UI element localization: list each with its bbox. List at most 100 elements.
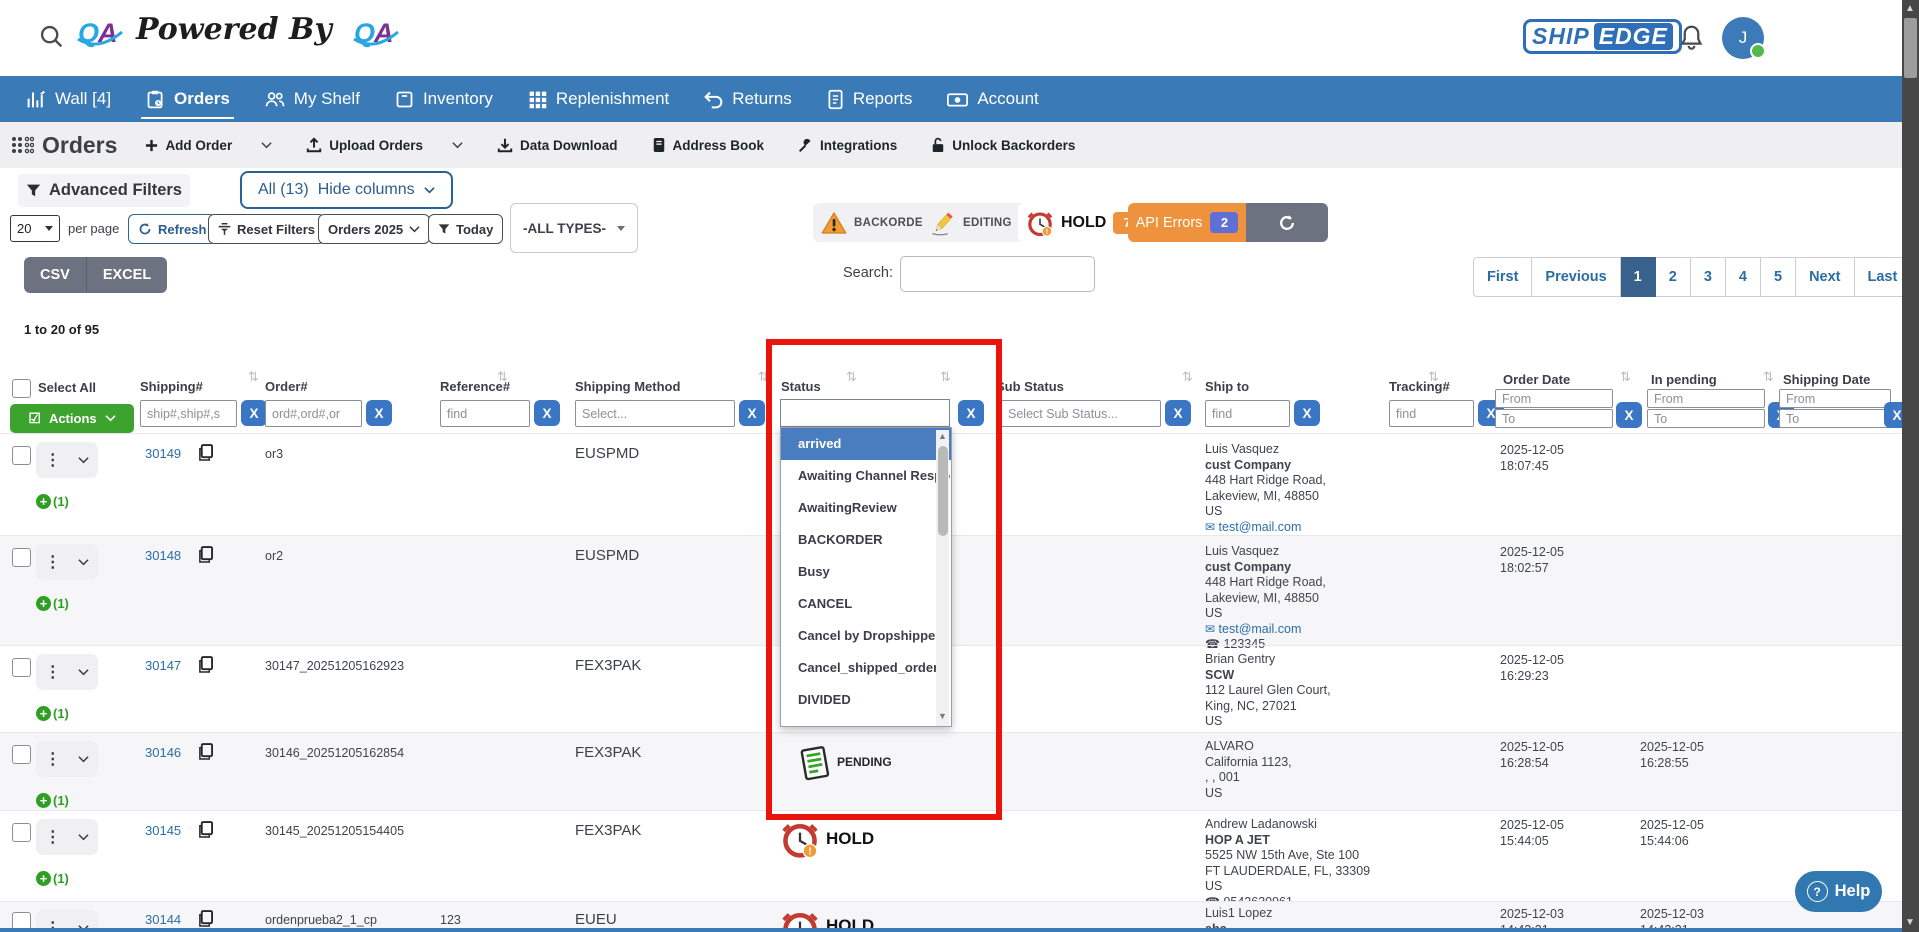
row-menu-group[interactable]: ⋮ (36, 442, 98, 478)
status-option[interactable]: CANCEL (781, 588, 951, 620)
scroll-down-icon[interactable]: ▼ (1905, 917, 1915, 928)
page-2[interactable]: 2 (1656, 257, 1691, 297)
scroll-up-icon[interactable]: ▲ (1905, 3, 1915, 14)
item-count[interactable]: +(1) (36, 871, 69, 886)
sort-icon[interactable]: ⇅ (940, 369, 951, 385)
integrations-button[interactable]: Integrations (798, 138, 897, 153)
page-5[interactable]: 5 (1761, 257, 1796, 297)
status-option[interactable]: Busy (781, 556, 951, 588)
copy-icon[interactable] (198, 444, 213, 461)
shipping-number-link[interactable]: 30145 (145, 823, 181, 838)
reset-filters-button[interactable]: Reset Filters (208, 214, 325, 244)
shipping-clear-button[interactable]: X (241, 400, 267, 426)
chevron-down-icon[interactable] (78, 455, 89, 466)
sort-icon[interactable]: ⇅ (846, 369, 857, 385)
types-select[interactable]: -ALL TYPES- (510, 203, 638, 253)
reference-filter-input[interactable] (440, 400, 530, 427)
copy-icon[interactable] (198, 821, 213, 838)
select-all-checkbox[interactable] (12, 379, 31, 398)
pending-from-input[interactable] (1647, 389, 1765, 408)
api-errors-button[interactable]: API Errors 2 (1128, 203, 1246, 242)
badges-refresh-button[interactable] (1246, 203, 1328, 242)
pending-to-input[interactable] (1647, 409, 1765, 428)
ship-to-email[interactable]: ✉ test@mail.com (1205, 622, 1326, 638)
ship-to-email[interactable]: ✉ test@mail.com (1205, 520, 1326, 536)
nav-inventory[interactable]: Inventory (394, 76, 493, 122)
item-count[interactable]: +(1) (36, 494, 69, 509)
page-previous[interactable]: Previous (1532, 257, 1620, 297)
page-3[interactable]: 3 (1691, 257, 1726, 297)
order-date-clear-button[interactable]: X (1616, 402, 1642, 428)
hide-columns-button[interactable]: All (13) Hide columns (240, 171, 453, 209)
copy-icon[interactable] (198, 910, 213, 927)
shipping-number-link[interactable]: 30147 (145, 658, 181, 673)
unlock-backorders-button[interactable]: Unlock Backorders (931, 137, 1075, 153)
row-menu-group[interactable]: ⋮ (36, 741, 98, 777)
horizontal-scrollbar[interactable] (0, 928, 1902, 932)
row-checkbox[interactable] (12, 548, 31, 567)
add-order-button[interactable]: Add Order (145, 138, 272, 153)
order-clear-button[interactable]: X (366, 400, 392, 426)
row-menu-group[interactable]: ⋮ (36, 544, 98, 580)
kebab-icon[interactable]: ⋮ (45, 450, 61, 470)
nav-returns[interactable]: Returns (703, 76, 792, 122)
user-avatar[interactable]: J (1722, 17, 1764, 59)
substatus-clear-button[interactable]: X (1165, 400, 1191, 426)
copy-icon[interactable] (198, 743, 213, 760)
chevron-down-icon[interactable] (78, 754, 89, 765)
shipping-number-link[interactable]: 30148 (145, 548, 181, 563)
copy-icon[interactable] (198, 546, 213, 563)
per-page-select[interactable]: 20 (10, 215, 60, 242)
nav-wall[interactable]: Wall [4] (26, 76, 111, 122)
scroll-thumb[interactable] (938, 446, 948, 536)
status-clear-button[interactable]: X (958, 400, 984, 426)
row-checkbox[interactable] (12, 745, 31, 764)
search-icon[interactable] (38, 23, 66, 51)
row-menu-group[interactable]: ⋮ (36, 654, 98, 690)
row-menu-group[interactable]: ⋮ (36, 819, 98, 855)
status-option[interactable]: DIVIDED (781, 684, 951, 716)
today-button[interactable]: Today (428, 214, 503, 244)
copy-icon[interactable] (198, 656, 213, 673)
kebab-icon[interactable]: ⋮ (45, 749, 61, 769)
page-next[interactable]: Next (1796, 257, 1854, 297)
status-filter-input[interactable] (780, 399, 950, 427)
order-date-to-input[interactable] (1495, 409, 1613, 428)
scroll-thumb[interactable] (1904, 18, 1917, 78)
page-1[interactable]: 1 (1621, 257, 1656, 297)
sort-icon[interactable]: ⇅ (248, 369, 259, 385)
dropdown-scrollbar[interactable]: ▲ ▼ (936, 430, 949, 726)
chevron-down-icon[interactable] (78, 557, 89, 568)
actions-button[interactable]: ☑ Actions (10, 404, 134, 433)
shipto-clear-button[interactable]: X (1294, 400, 1320, 426)
item-count[interactable]: +(1) (36, 793, 69, 808)
status-option[interactable]: arrived (781, 428, 951, 460)
reference-clear-button[interactable]: X (534, 400, 560, 426)
shipping-filter-input[interactable] (140, 400, 237, 427)
table-row[interactable]: ⋮ +(1) 30145 30145_20251205154405 FEX3PA… (0, 810, 1902, 901)
row-checkbox[interactable] (12, 823, 31, 842)
scroll-up-icon[interactable]: ▲ (938, 431, 947, 441)
vertical-scrollbar[interactable]: ▲ ▼ (1902, 0, 1919, 932)
address-book-button[interactable]: Address Book (652, 137, 765, 153)
shipping-number-link[interactable]: 30149 (145, 446, 181, 461)
csv-button[interactable]: CSV (24, 257, 87, 293)
nav-replenishment[interactable]: Replenishment (527, 76, 669, 122)
tracking-filter-input[interactable] (1389, 400, 1474, 427)
status-option[interactable]: AwaitingReview (781, 492, 951, 524)
help-button[interactable]: ? Help (1795, 871, 1882, 912)
sort-icon[interactable]: ⇅ (1763, 369, 1774, 385)
shipping-date-from-input[interactable] (1779, 389, 1891, 408)
nav-account[interactable]: Account (946, 76, 1038, 122)
shipto-filter-input[interactable] (1205, 400, 1290, 427)
shipping-number-link[interactable]: 30146 (145, 745, 181, 760)
data-download-button[interactable]: Data Download (497, 137, 618, 153)
nav-orders[interactable]: Orders (145, 76, 230, 122)
row-checkbox[interactable] (12, 658, 31, 677)
upload-orders-button[interactable]: Upload Orders (306, 137, 463, 153)
method-filter-select[interactable]: Select... (575, 400, 735, 427)
status-option[interactable]: Dropship (781, 716, 951, 727)
shipping-number-link[interactable]: 30144 (145, 912, 181, 927)
row-checkbox[interactable] (12, 446, 31, 465)
scroll-down-icon[interactable]: ▼ (938, 711, 947, 721)
